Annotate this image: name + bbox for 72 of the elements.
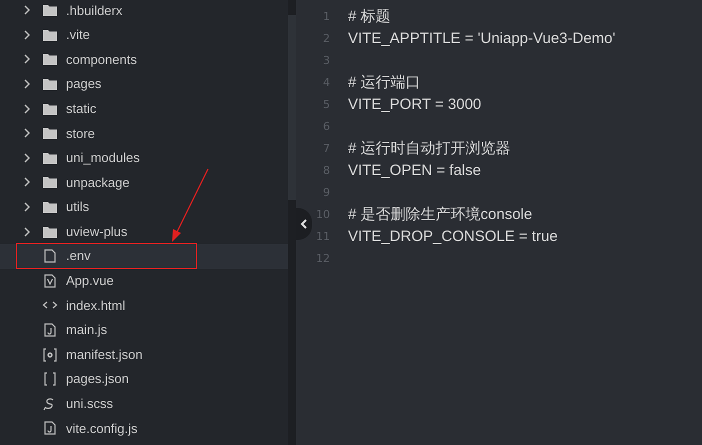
file-tree-item[interactable]: manifest.json (0, 342, 288, 367)
file-tree-item[interactable]: .vite (0, 22, 288, 48)
file-tree-item[interactable]: App.vue (0, 268, 288, 294)
file-tree-item[interactable]: pages (0, 72, 288, 96)
file-name: pages.json (66, 370, 129, 388)
file-tree-item[interactable]: main.js (0, 318, 288, 342)
chevron-right-icon[interactable] (22, 5, 32, 16)
folder-icon (42, 150, 58, 165)
file-name: .hbuilderx (66, 2, 122, 20)
folder-icon (42, 52, 58, 66)
chevron-right-icon[interactable] (22, 104, 32, 114)
code-line: # 标题 (347, 6, 391, 27)
file-name: .env (66, 247, 91, 266)
file-name: main.js (66, 321, 108, 340)
file-tree-item[interactable]: index.html (0, 293, 288, 318)
code-line: VITE_OPEN = false (347, 160, 481, 181)
folder-icon (42, 126, 58, 140)
chevron-right-icon[interactable] (22, 152, 32, 163)
collapse-handle[interactable] (296, 208, 312, 240)
chevron-right-icon[interactable] (22, 54, 32, 64)
file-tree-item[interactable]: pages.json (0, 366, 288, 392)
file-tree-item[interactable]: uview-plus (0, 219, 288, 244)
file-tree-item[interactable]: uni.scss (0, 392, 288, 416)
chevron-right-icon[interactable] (22, 128, 32, 138)
file-name: pages (66, 75, 102, 94)
file-name: vite.config.js (66, 420, 138, 438)
folder-icon (42, 175, 58, 190)
file-name: uni.scss (66, 395, 113, 414)
file-name: components (66, 50, 137, 69)
file-name: App.vue (66, 272, 114, 290)
file-tree-item[interactable]: store (0, 120, 288, 146)
gear-file-icon (42, 348, 58, 362)
code-line: VITE_APPTITLE = 'Uniapp-Vue3-Demo' (347, 28, 616, 49)
file-tree-item[interactable]: .env (0, 244, 288, 269)
folder-icon (42, 224, 58, 239)
code-line: VITE_PORT = 3000 (347, 94, 482, 115)
chevron-right-icon[interactable] (22, 202, 32, 212)
file-name: unpackage (66, 174, 130, 192)
file-tree-item[interactable]: components (0, 47, 288, 72)
file-tree-item[interactable]: .hbuilderx (0, 0, 288, 23)
folder-icon (42, 3, 58, 18)
file-tree-item[interactable]: utils (0, 194, 288, 220)
file-tree-item[interactable]: vite.config.js (0, 416, 288, 441)
file-icon (42, 249, 58, 264)
file-tree-item[interactable]: uni_modules (0, 146, 288, 170)
file-j-icon (42, 421, 58, 436)
file-name: .vite (66, 26, 90, 44)
file-v-icon (42, 274, 58, 288)
file-name: store (66, 124, 95, 143)
folder-icon (42, 28, 58, 42)
chevron-left-icon (300, 219, 308, 229)
file-name: utils (66, 198, 90, 216)
chevron-right-icon[interactable] (22, 30, 32, 40)
code-line: # 是否删除生产环境console (347, 204, 532, 225)
folder-icon (42, 102, 58, 116)
file-j-icon (42, 323, 58, 338)
square-brackets-icon (42, 372, 58, 386)
file-name: uview-plus (66, 222, 128, 241)
chevron-right-icon[interactable] (22, 79, 32, 90)
file-name: uni_modules (66, 149, 140, 168)
folder-icon (42, 77, 58, 92)
file-tree-item[interactable]: unpackage (0, 170, 288, 195)
file-name: static (66, 100, 96, 118)
code-line: # 运行端口 (347, 72, 421, 93)
code-line: # 运行时自动打开浏览器 (347, 138, 511, 159)
chevron-right-icon[interactable] (22, 177, 32, 188)
file-name: index.html (66, 296, 126, 315)
file-name: manifest.json (66, 346, 143, 364)
folder-icon (42, 200, 58, 214)
chevron-right-icon[interactable] (22, 226, 32, 237)
code-line: VITE_DROP_CONSOLE = true (347, 226, 558, 247)
file-tree-item[interactable]: static (0, 96, 288, 121)
